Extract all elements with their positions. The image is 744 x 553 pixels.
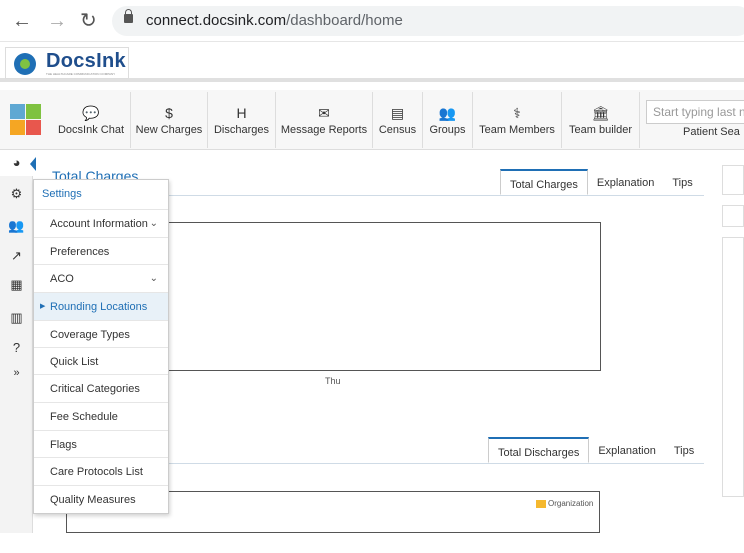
caret-right-icon: ▶ [40, 303, 46, 310]
menu-flags[interactable]: Flags [34, 430, 168, 458]
settings-dropdown: Settings Account Information ⌄ Preferenc… [33, 179, 169, 514]
discharges-tabs: Total Discharges Explanation Tips [488, 437, 703, 463]
chat-icon: 💬 [82, 105, 100, 121]
menu-aco[interactable]: ACO ⌄ [34, 264, 168, 292]
toolbar-census[interactable]: ▤ Census [373, 92, 423, 148]
tab-explanation[interactable]: Explanation [589, 437, 665, 463]
patient-search-label: Patient Sea [683, 126, 740, 138]
docsink-logo[interactable]: DocsInk THE HEALTHCARE COMMUNICATION COM… [5, 47, 129, 79]
menu-coverage-types[interactable]: Coverage Types [34, 320, 168, 348]
tab-total-discharges[interactable]: Total Discharges [488, 437, 590, 463]
tab-total-charges[interactable]: Total Charges [500, 169, 588, 195]
x-axis-tick: Thu [325, 376, 341, 386]
reload-icon[interactable]: ↻ [80, 10, 97, 32]
menu-care-protocols-list[interactable]: Care Protocols List [34, 457, 168, 485]
help-icon[interactable]: ? [0, 335, 33, 361]
share-icon[interactable]: ↗ [0, 243, 33, 269]
toolbar-team-members[interactable]: ⚕ Team Members [473, 92, 562, 148]
toolbar-groups[interactable]: 👥 Groups [423, 92, 473, 148]
right-panel-edge [722, 205, 744, 227]
users-icon: 👥 [438, 105, 457, 121]
right-panel-edge [722, 237, 744, 497]
menu-rounding-locations[interactable]: ▶ Rounding Locations [34, 292, 168, 320]
hospital-icon: H [236, 105, 247, 121]
logo-tagline: THE HEALTHCARE COMMUNICATION COMPANY [46, 72, 116, 76]
table-icon[interactable]: ▦ [0, 272, 33, 298]
url-text[interactable]: connect.docsink.com/dashboard/home [146, 12, 403, 29]
list-icon: ▤ [390, 105, 405, 121]
menu-fee-schedule[interactable]: Fee Schedule [34, 402, 168, 430]
right-panel-edge [722, 165, 744, 195]
toolbar-discharges[interactable]: H Discharges [208, 92, 276, 148]
app-switcher-icon[interactable] [10, 104, 42, 136]
settings-heading: Settings [42, 188, 82, 200]
tab-tips[interactable]: Tips [663, 169, 701, 195]
menu-critical-categories[interactable]: Critical Categories [34, 374, 168, 402]
menu-account-information[interactable]: Account Information ⌄ [34, 209, 168, 237]
users-icon[interactable]: 👥 [0, 213, 33, 239]
dashboard-icon[interactable]: ◕ [0, 150, 33, 176]
expand-icon[interactable]: » [0, 360, 33, 386]
toolbar-message-reports[interactable]: ✉ Message Reports [276, 92, 373, 148]
chevron-down-icon: ⌄ [149, 218, 158, 229]
back-icon[interactable]: ← [12, 10, 32, 32]
logo-mark-icon [14, 53, 36, 75]
toolbar-team-builder[interactable]: 🏛 Team builder [562, 92, 640, 148]
menu-quick-list[interactable]: Quick List [34, 347, 168, 375]
settings-icon[interactable]: ⚙ [0, 181, 33, 207]
toolbar-new-charges[interactable]: $ New Charges [131, 92, 208, 148]
dollar-icon: $ [165, 105, 173, 121]
menu-preferences[interactable]: Preferences [34, 237, 168, 265]
legend-swatch [536, 500, 546, 508]
toolbar-docsink-chat[interactable]: 💬 DocsInk Chat [52, 92, 131, 148]
institution-icon: 🏛 [591, 105, 610, 121]
forward-icon[interactable]: → [47, 10, 67, 32]
active-rail-indicator [30, 157, 36, 171]
patient-search-input[interactable]: Start typing last n [646, 100, 744, 124]
tab-tips[interactable]: Tips [665, 437, 703, 463]
lock-icon [124, 9, 133, 23]
envelope-icon: ✉ [318, 105, 330, 121]
charges-tabs: Total Charges Explanation Tips [500, 169, 702, 195]
doctor-icon: ⚕ [513, 105, 521, 121]
chevron-down-icon: ⌄ [149, 273, 158, 284]
calendar-icon[interactable]: ▥ [0, 305, 33, 331]
tab-explanation[interactable]: Explanation [588, 169, 664, 195]
legend-label: Organization [548, 499, 594, 508]
logo-text: DocsInk [46, 50, 126, 72]
menu-quality-measures[interactable]: Quality Measures [34, 485, 168, 513]
